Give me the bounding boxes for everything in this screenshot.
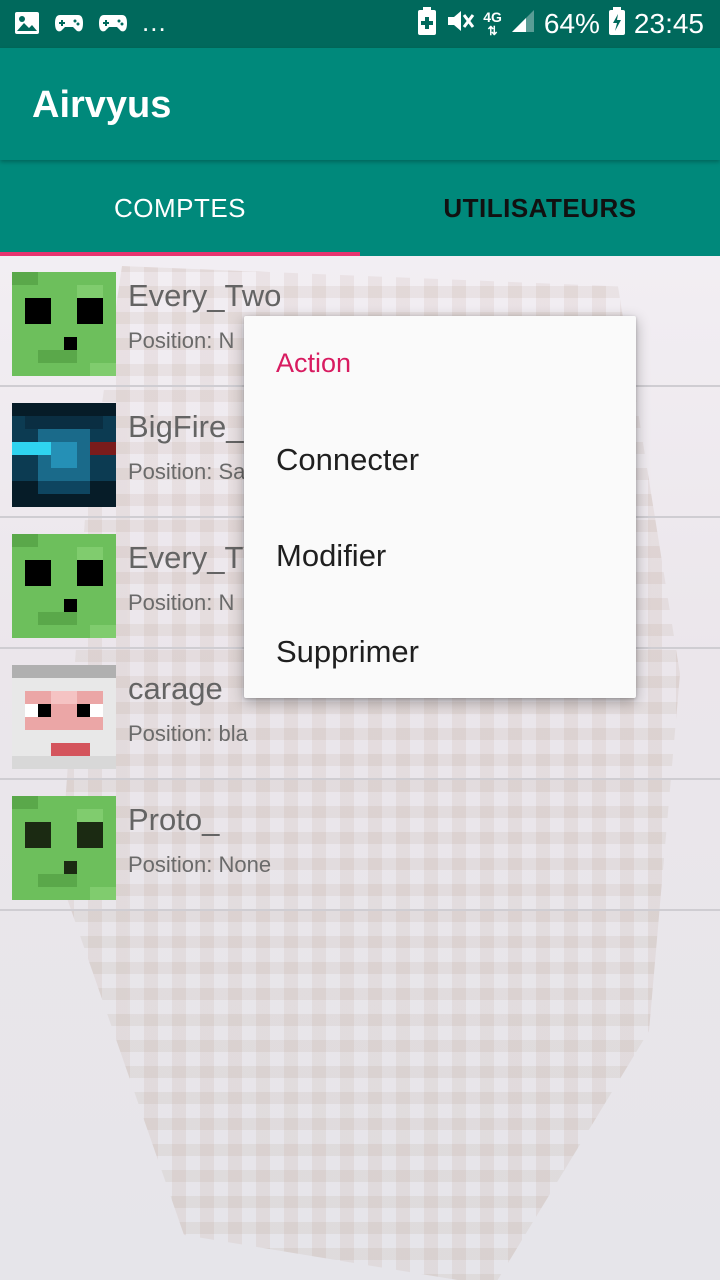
account-name: BigFire_ (128, 409, 244, 444)
popup-title: Action (276, 348, 352, 378)
account-row[interactable]: Proto_ Position: None (0, 780, 720, 911)
account-position: Position: None (128, 852, 272, 877)
menu-item-connecter[interactable]: Connecter (244, 412, 636, 508)
more-notifications: ... (142, 6, 167, 37)
battery-icon (608, 6, 626, 42)
menu-item-label: Modifier (276, 538, 387, 573)
status-bar: ... 4G ⇅ 64% 23:45 (0, 0, 720, 48)
account-name: Proto_ (128, 802, 220, 837)
account-position: Position: N (128, 590, 235, 615)
account-name: carage (128, 671, 223, 706)
battery-percent: 64% (543, 8, 600, 39)
tab-utilisateurs[interactable]: UTILISATEURS (360, 160, 720, 256)
menu-item-supprimer[interactable]: Supprimer (244, 604, 636, 700)
account-position: Position: Sa (128, 459, 246, 484)
app-bar: Airvyus (0, 48, 720, 160)
signal-icon (510, 8, 536, 41)
avatar (12, 403, 116, 507)
app-title: Airvyus (32, 84, 172, 126)
network-label: 4G (483, 9, 502, 25)
menu-item-modifier[interactable]: Modifier (244, 508, 636, 604)
tab-comptes[interactable]: COMPTES (0, 160, 360, 256)
image-icon (14, 10, 40, 41)
tab-bar: COMPTES UTILISATEURS (0, 160, 720, 256)
menu-item-label: Connecter (276, 442, 420, 477)
avatar (12, 665, 116, 769)
account-name: Every_Two (128, 278, 282, 313)
gamepad-icon (54, 11, 84, 40)
account-position: Position: bla (128, 721, 248, 746)
system-status: 4G ⇅ 64% 23:45 (417, 6, 704, 42)
tab-label: COMPTES (113, 192, 247, 223)
action-popup-menu: Action Connecter Modifier Supprimer (244, 316, 636, 698)
avatar (12, 534, 116, 638)
gamepad-icon (98, 11, 128, 40)
mute-icon (445, 7, 475, 42)
menu-item-label: Supprimer (276, 634, 419, 669)
battery-saver-icon (417, 6, 437, 42)
tab-label: UTILISATEURS (443, 192, 637, 223)
avatar (12, 796, 116, 900)
account-position: Position: N (128, 328, 235, 353)
avatar (12, 272, 116, 376)
network-4g-icon: 4G ⇅ (483, 9, 502, 38)
notification-area: ... (14, 6, 167, 41)
clock: 23:45 (633, 8, 704, 39)
